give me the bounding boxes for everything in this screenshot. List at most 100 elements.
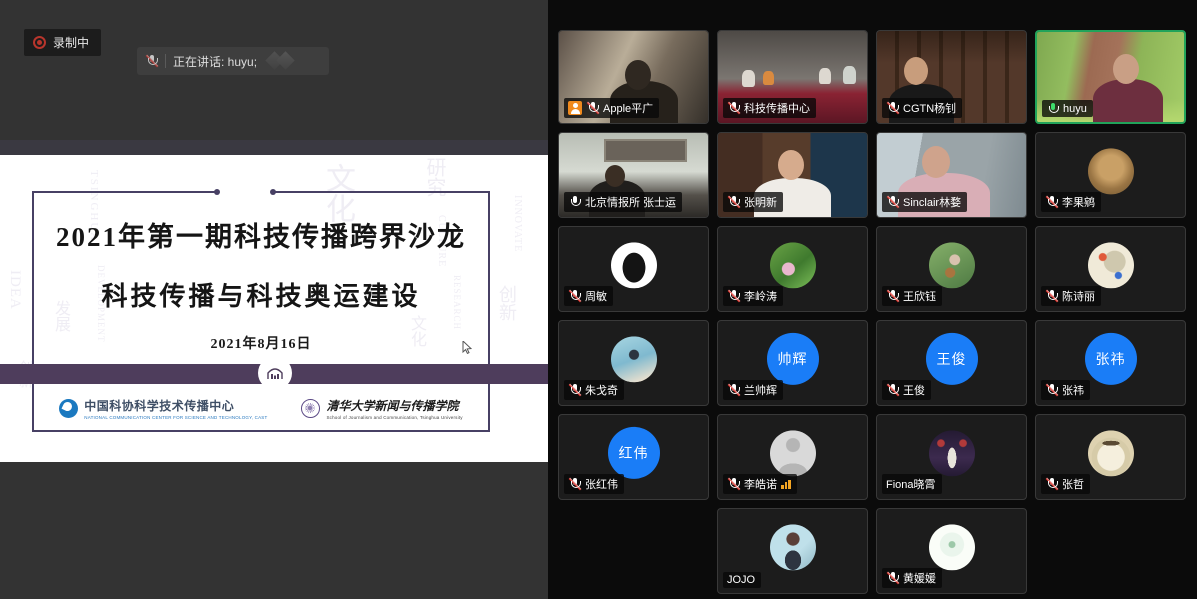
name-label: 张红伟 bbox=[564, 474, 624, 494]
name-label: 李果鹓 bbox=[1041, 192, 1101, 212]
participant-tile[interactable]: Fiona晓霄 bbox=[876, 414, 1027, 500]
avatar-abstract-painting bbox=[1088, 242, 1134, 288]
name-label: 陈诗丽 bbox=[1041, 286, 1101, 306]
participant-name: 李岭涛 bbox=[744, 288, 777, 304]
participant-tile[interactable]: 王俊 王俊 bbox=[876, 320, 1027, 406]
mic-muted-icon bbox=[586, 102, 599, 115]
slide-purple-band bbox=[0, 364, 548, 384]
participant-name: 张哲 bbox=[1062, 476, 1084, 492]
mic-muted-icon bbox=[568, 384, 581, 397]
name-label: 周敏 bbox=[564, 286, 613, 306]
participant-tile[interactable]: 李皓诺 bbox=[717, 414, 868, 500]
mic-muted-icon bbox=[727, 196, 740, 209]
shared-slide[interactable]: 文化 研究 创新 TSINGHUA CULTURE INNOVATE IDEA … bbox=[0, 140, 548, 462]
name-label: JOJO bbox=[723, 572, 761, 588]
mic-muted-icon bbox=[727, 290, 740, 303]
mic-muted-icon bbox=[727, 102, 740, 115]
mic-muted-icon bbox=[886, 572, 899, 585]
mic-muted-icon bbox=[1045, 478, 1058, 491]
watermark-text: INNOVATE bbox=[512, 195, 523, 252]
network-signal-icon bbox=[781, 480, 791, 489]
mic-active-icon bbox=[1046, 102, 1059, 115]
participant-name: 张祎 bbox=[1062, 382, 1084, 398]
participant-tile-speaking[interactable]: huyu bbox=[1035, 30, 1186, 124]
participant-name: CGTN杨钊 bbox=[903, 100, 956, 116]
mic-muted-icon bbox=[568, 478, 581, 491]
name-label: 李皓诺 bbox=[723, 474, 797, 494]
participant-tile[interactable]: 李岭涛 bbox=[717, 226, 868, 312]
slide-top-bar bbox=[0, 140, 548, 155]
participant-name: 黄媛媛 bbox=[903, 570, 936, 586]
name-label: 张祎 bbox=[1041, 380, 1090, 400]
avatar-initials: 王俊 bbox=[926, 333, 978, 385]
participant-name: 周敏 bbox=[585, 288, 607, 304]
recording-icon bbox=[33, 36, 46, 49]
slide-logos-row: 中国科协科学技术传播中心 NATIONAL COMMUNICATION CENT… bbox=[32, 397, 490, 420]
participant-name: Apple平广 bbox=[603, 100, 653, 116]
avatar-green-sketch bbox=[929, 524, 975, 570]
participant-name: 朱戈奇 bbox=[585, 382, 618, 398]
tsinghua-logo-title: 清华大学新闻与传播学院 bbox=[326, 397, 462, 414]
participant-tile[interactable]: 周敏 bbox=[558, 226, 709, 312]
participant-tile[interactable]: 朱戈奇 bbox=[558, 320, 709, 406]
name-label: 黄媛媛 bbox=[882, 568, 942, 588]
participant-name: Sinclair林婺 bbox=[903, 194, 961, 210]
participant-tile[interactable]: 科技传播中心 bbox=[717, 30, 868, 124]
participant-tile[interactable]: JOJO bbox=[717, 508, 868, 594]
name-label: Sinclair林婺 bbox=[882, 192, 967, 212]
name-label: 张哲 bbox=[1041, 474, 1090, 494]
slide-title-line1: 2021年第一期科技传播跨界沙龙 bbox=[32, 215, 490, 254]
mic-muted-icon bbox=[886, 196, 899, 209]
mic-muted-icon bbox=[727, 384, 740, 397]
name-label: 王欣钰 bbox=[882, 286, 942, 306]
participant-tile[interactable]: 北京情报所 张士运 bbox=[558, 132, 709, 218]
participant-name: 李果鹓 bbox=[1062, 194, 1095, 210]
avatar-woman-at-window bbox=[770, 524, 816, 570]
participant-tile[interactable]: 黄媛媛 bbox=[876, 508, 1027, 594]
recording-indicator[interactable]: 录制中 bbox=[24, 29, 101, 56]
avatar-lotus-flowers bbox=[770, 242, 816, 288]
avatar-girl-with-guitar bbox=[929, 242, 975, 288]
participant-tile[interactable]: 张祎 张祎 bbox=[1035, 320, 1186, 406]
participant-tile[interactable]: 陈诗丽 bbox=[1035, 226, 1186, 312]
participant-tile[interactable]: Apple平广 bbox=[558, 30, 709, 124]
name-label: 科技传播中心 bbox=[723, 98, 816, 118]
cast-spiral-icon bbox=[59, 399, 78, 418]
name-label: 北京情报所 张士运 bbox=[564, 192, 682, 212]
mic-muted-icon bbox=[1045, 384, 1058, 397]
avatar-initials: 帅辉 bbox=[767, 333, 819, 385]
mic-muted-icon bbox=[568, 290, 581, 303]
meeting-window: 录制中 正在讲话: huyu; 文化 研究 创新 TSINGHUA CULTUR… bbox=[0, 0, 1197, 599]
participant-tile[interactable]: 帅辉 兰帅辉 bbox=[717, 320, 868, 406]
avatar-initials: 红伟 bbox=[608, 427, 660, 479]
participant-name: JOJO bbox=[727, 574, 755, 586]
meeting-app-watermark-icon bbox=[266, 52, 300, 70]
participant-tile[interactable]: 红伟 张红伟 bbox=[558, 414, 709, 500]
participant-name: 张红伟 bbox=[585, 476, 618, 492]
participant-tile[interactable]: Sinclair林婺 bbox=[876, 132, 1027, 218]
avatar-initials: 张祎 bbox=[1085, 333, 1137, 385]
participant-name: Fiona晓霄 bbox=[886, 476, 936, 492]
participant-name: 李皓诺 bbox=[744, 476, 777, 492]
mic-muted-icon bbox=[1045, 196, 1058, 209]
participant-tile[interactable]: 王欣钰 bbox=[876, 226, 1027, 312]
participant-tile[interactable]: CGTN杨钊 bbox=[876, 30, 1027, 124]
cast-logo-title: 中国科协科学技术传播中心 bbox=[84, 397, 267, 414]
tsinghua-logo-subtitle: School of Journalism and Communication, … bbox=[326, 415, 462, 420]
divider bbox=[165, 54, 166, 68]
speaking-banner-text: 正在讲话: huyu; bbox=[173, 53, 257, 70]
cast-center-logo: 中国科协科学技术传播中心 NATIONAL COMMUNICATION CENT… bbox=[59, 397, 267, 420]
participant-tile[interactable]: 张明新 bbox=[717, 132, 868, 218]
participant-tiles: Apple平广 科技传播中心 CGTN杨钊 bbox=[558, 30, 1186, 594]
mic-muted-icon bbox=[727, 478, 740, 491]
participant-tile[interactable]: 张哲 bbox=[1035, 414, 1186, 500]
mic-muted-icon bbox=[886, 102, 899, 115]
cast-logo-subtitle: NATIONAL COMMUNICATION CENTER FOR SCIENC… bbox=[84, 415, 267, 420]
participant-tile[interactable]: 李果鹓 bbox=[1035, 132, 1186, 218]
name-label: 兰帅辉 bbox=[723, 380, 783, 400]
avatar-teddy-bear bbox=[1088, 148, 1134, 194]
tsinghua-gate-emblem-icon bbox=[258, 356, 292, 390]
name-label: 张明新 bbox=[723, 192, 783, 212]
name-label: 李岭涛 bbox=[723, 286, 783, 306]
name-label: 王俊 bbox=[882, 380, 931, 400]
